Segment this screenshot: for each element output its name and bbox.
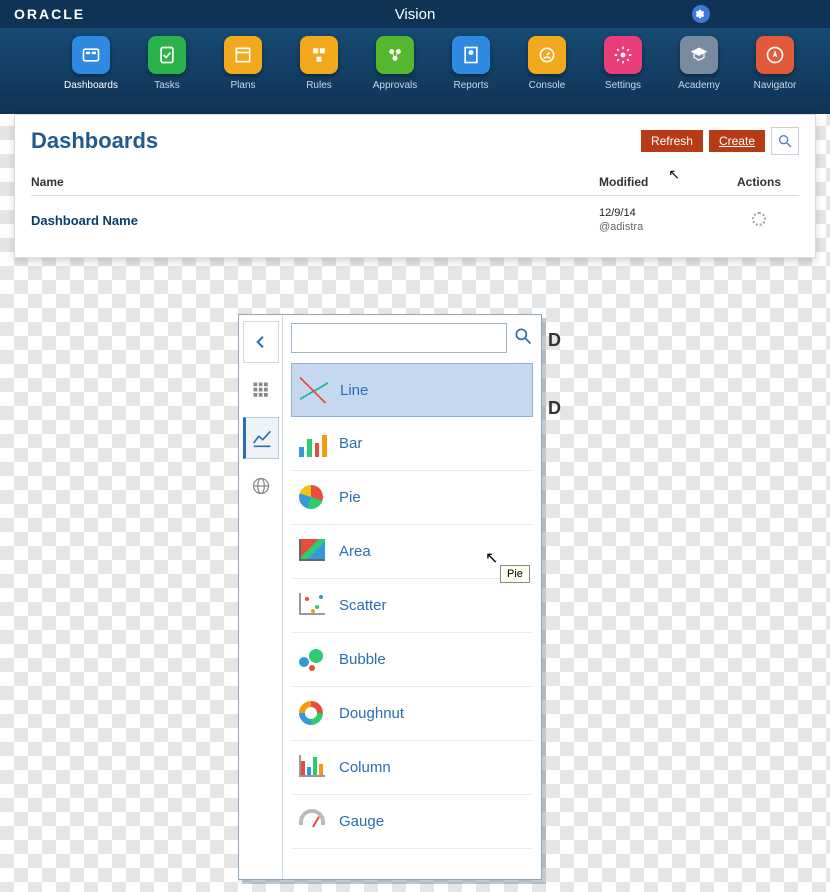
cursor-icon: ↖ xyxy=(668,166,680,183)
search-icon[interactable] xyxy=(513,326,533,351)
nav-label: Settings xyxy=(605,80,641,91)
primary-nav: Dashboards Tasks Plans Rules Approvals Report… xyxy=(0,28,830,114)
chart-type-gauge[interactable]: Gauge xyxy=(291,795,533,849)
chart-type-picker: Line Bar Pie Area Scatter Bubble Doughnut Colum… xyxy=(238,314,542,880)
chart-type-label: Doughnut xyxy=(339,705,404,722)
chart-type-label: Column xyxy=(339,759,391,776)
chart-search-input[interactable] xyxy=(291,323,507,353)
nav-label: Approvals xyxy=(373,80,417,91)
nav-label: Rules xyxy=(306,80,332,91)
chart-type-scatter[interactable]: Scatter xyxy=(291,579,533,633)
nav-label: Console xyxy=(529,80,566,91)
chart-type-label: Gauge xyxy=(339,813,384,830)
nav-label: Reports xyxy=(453,80,488,91)
col-actions: Actions xyxy=(719,175,799,189)
dashboard-name: Dashboard Name xyxy=(31,213,599,228)
rule-icon xyxy=(300,36,338,74)
nav-reports[interactable]: Reports xyxy=(440,36,502,114)
nav-icon xyxy=(756,36,794,74)
table-header: Name Modified Actions xyxy=(31,175,799,196)
dashboard-icon xyxy=(72,36,110,74)
nav-label: Dashboards xyxy=(64,80,118,91)
chart-type-label: Bubble xyxy=(339,651,386,668)
nav-tasks[interactable]: Tasks xyxy=(136,36,198,114)
brand-logo: ORACLE xyxy=(14,6,85,22)
globe-icon[interactable] xyxy=(243,465,279,507)
panel-title: Dashboards xyxy=(31,128,158,154)
chart-tab-icon[interactable] xyxy=(243,417,279,459)
nav-approvals[interactable]: Approvals xyxy=(364,36,426,114)
picker-sidebar xyxy=(239,315,283,879)
row-actions[interactable] xyxy=(719,212,799,229)
nav-label: Academy xyxy=(678,80,720,91)
col-name: Name xyxy=(31,175,599,189)
nav-label: Plans xyxy=(230,80,255,91)
chart-type-label: Line xyxy=(340,382,368,399)
create-button[interactable]: Create xyxy=(709,130,765,152)
nav-console[interactable]: Console xyxy=(516,36,578,114)
chart-type-line[interactable]: Line xyxy=(291,363,533,417)
task-icon xyxy=(148,36,186,74)
chart-type-label: Area xyxy=(339,543,371,560)
cropped-letter: D xyxy=(548,330,561,351)
nav-dashboards[interactable]: Dashboards xyxy=(60,36,122,114)
tooltip: Pie xyxy=(500,565,530,583)
academy-icon xyxy=(680,36,718,74)
global-header: ORACLE Vision ✽ xyxy=(0,0,830,28)
console-icon xyxy=(528,36,566,74)
chart-type-label: Scatter xyxy=(339,597,387,614)
chart-type-pie[interactable]: Pie xyxy=(291,471,533,525)
search-icon[interactable] xyxy=(771,127,799,155)
nav-academy[interactable]: Academy xyxy=(668,36,730,114)
col-modified: Modified xyxy=(599,175,719,189)
grid-view-icon[interactable] xyxy=(243,369,279,411)
nav-label: Navigator xyxy=(754,80,797,91)
report-icon xyxy=(452,36,490,74)
chart-type-label: Pie xyxy=(339,489,361,506)
chart-type-column[interactable]: Column xyxy=(291,741,533,795)
nav-settings[interactable]: Settings xyxy=(592,36,654,114)
back-button[interactable] xyxy=(243,321,279,363)
chart-type-label: Bar xyxy=(339,435,362,452)
nav-rules[interactable]: Rules xyxy=(288,36,350,114)
app-title: Vision xyxy=(395,6,436,23)
refresh-button[interactable]: Refresh xyxy=(641,130,703,152)
settings-icon xyxy=(604,36,642,74)
nav-plans[interactable]: Plans xyxy=(212,36,274,114)
approval-icon xyxy=(376,36,414,74)
accessibility-icon[interactable]: ✽ xyxy=(692,5,710,23)
chart-type-doughnut[interactable]: Doughnut xyxy=(291,687,533,741)
dashboards-panel: Dashboards Refresh Create Name Modified … xyxy=(14,114,816,258)
plan-icon xyxy=(224,36,262,74)
table-row[interactable]: Dashboard Name 12/9/14@adistra xyxy=(31,196,799,239)
cropped-letter: D xyxy=(548,398,561,419)
chart-type-bar[interactable]: Bar xyxy=(291,417,533,471)
nav-navigator[interactable]: Navigator xyxy=(744,36,806,114)
gear-icon[interactable] xyxy=(752,212,766,226)
modified-cell: 12/9/14@adistra xyxy=(599,206,719,235)
chart-type-bubble[interactable]: Bubble xyxy=(291,633,533,687)
nav-label: Tasks xyxy=(154,80,180,91)
cursor-icon: ↖ xyxy=(485,548,498,568)
